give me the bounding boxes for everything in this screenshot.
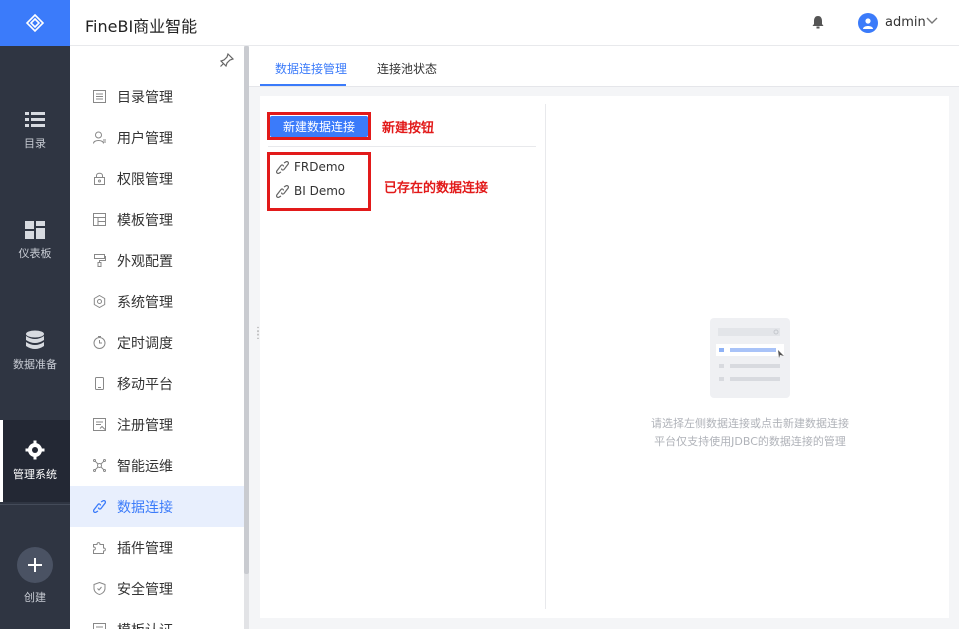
rail-item-admin[interactable]: 管理系统 [0, 420, 70, 502]
template-icon [92, 213, 106, 226]
rail-item-label: 仪表板 [18, 247, 52, 260]
sidebar-item-label: 定时调度 [117, 335, 173, 352]
tab-active-indicator [260, 84, 346, 86]
register-icon [92, 418, 106, 431]
primary-rail: 目录 仪表板 数据准备 管理系统 创建 [0, 0, 70, 629]
app-logo[interactable] [0, 0, 70, 46]
sidebar-item-label: 移动平台 [117, 376, 173, 393]
panel-divider [545, 104, 546, 609]
empty-state-illustration [710, 318, 790, 398]
empty-hint-line1: 请选择左侧数据连接或点击新建数据连接 [651, 417, 849, 430]
user-name[interactable]: admin [885, 15, 926, 30]
sidebar-item-label: 安全管理 [117, 581, 173, 598]
content-panel: 新建数据连接 新建按钮 FRDemo BI Demo 已存在的数据连接 请选择左… [260, 96, 949, 618]
top-header: FineBI商业智能 admin [70, 0, 959, 46]
sidebar-item-system[interactable]: 系统管理 [70, 281, 244, 322]
rail-item-label: 数据准备 [13, 358, 57, 371]
user-icon [92, 131, 106, 144]
sidebar-item-ops[interactable]: 智能运维 [70, 445, 244, 486]
sidebar-item-users[interactable]: 用户管理 [70, 117, 244, 158]
rail-item-create[interactable]: 创建 [0, 535, 70, 617]
database-icon [26, 330, 44, 349]
sidebar-item-label: 系统管理 [117, 294, 173, 311]
sidebar-item-label: 智能运维 [117, 458, 173, 475]
sidebar-item-label: 权限管理 [117, 171, 173, 188]
sidebar-item-label: 外观配置 [117, 253, 173, 270]
gear-icon [25, 440, 45, 460]
sidebar-item-scheduling[interactable]: 定时调度 [70, 322, 244, 363]
plugin-icon [92, 542, 106, 554]
ops-icon [92, 459, 106, 472]
certify-icon [92, 623, 106, 629]
sidebar-item-templates[interactable]: 模板管理 [70, 199, 244, 240]
sidebar-item-catalog[interactable]: 目录管理 [70, 76, 244, 117]
annotation-box-existing [267, 152, 371, 211]
rail-item-label: 创建 [24, 591, 46, 604]
create-button[interactable] [17, 547, 53, 583]
rail-item-catalog[interactable]: 目录 [0, 90, 70, 172]
sidebar-item-label: 用户管理 [117, 130, 173, 147]
sidebar-item-appearance[interactable]: 外观配置 [70, 240, 244, 281]
bell-icon[interactable] [812, 15, 824, 29]
sidebar-item-security[interactable]: 安全管理 [70, 568, 244, 609]
paint-icon [93, 254, 106, 267]
lock-icon [93, 172, 105, 185]
dashboard-icon [25, 221, 45, 239]
tab-connection-pool-status[interactable]: 连接池状态 [377, 60, 437, 77]
user-avatar[interactable] [858, 13, 878, 33]
logo-icon [25, 13, 45, 33]
timer-icon [93, 336, 105, 349]
catalog-icon [92, 90, 106, 103]
app-title: FineBI商业智能 [85, 17, 198, 36]
sidebar-item-template-cert[interactable]: 模板认证 [70, 609, 244, 629]
shield-icon [93, 582, 105, 595]
sidebar-item-label: 插件管理 [117, 540, 173, 557]
tab-data-connection-management[interactable]: 数据连接管理 [275, 60, 347, 77]
settings-icon [93, 295, 105, 308]
sidebar-item-mobile[interactable]: 移动平台 [70, 363, 244, 404]
chevron-down-icon[interactable] [926, 17, 938, 25]
pin-icon[interactable] [220, 53, 234, 67]
sidebar-item-register[interactable]: 注册管理 [70, 404, 244, 445]
plus-icon [28, 558, 42, 572]
sidebar-item-label: 模板管理 [117, 212, 173, 229]
rail-item-label: 管理系统 [13, 468, 57, 481]
sidebar-item-data-connection[interactable]: 数据连接 [70, 486, 244, 527]
annotation-label-new: 新建按钮 [382, 121, 435, 136]
sidebar-item-label: 数据连接 [117, 499, 173, 516]
sidebar-item-label: 目录管理 [117, 89, 173, 106]
mobile-icon [94, 377, 104, 390]
list-divider [268, 146, 536, 147]
rail-divider [0, 504, 70, 505]
admin-sidebar: 目录管理 用户管理 权限管理 模板管理 外观配置 系统管理 定时调度 移动平台 … [70, 46, 245, 629]
rail-item-label: 目录 [24, 137, 46, 150]
user-icon [863, 18, 873, 29]
sidebar-scrollbar-thumb[interactable] [244, 46, 249, 574]
rail-item-data-prep[interactable]: 数据准备 [0, 310, 70, 392]
annotation-box-new [267, 112, 371, 140]
list-icon [25, 112, 45, 127]
empty-hint-line2: 平台仅支持使用JDBC的数据连接的管理 [654, 435, 846, 448]
tab-bar: 数据连接管理 连接池状态 [249, 46, 959, 87]
link-icon [92, 500, 106, 513]
sidebar-item-permissions[interactable]: 权限管理 [70, 158, 244, 199]
rail-item-dashboard[interactable]: 仪表板 [0, 200, 70, 282]
sidebar-item-label: 模板认证 [117, 620, 173, 629]
empty-list-icon [716, 328, 784, 381]
sidebar-item-plugins[interactable]: 插件管理 [70, 527, 244, 568]
annotation-label-existing: 已存在的数据连接 [384, 181, 489, 196]
sidebar-item-label: 注册管理 [117, 417, 173, 434]
